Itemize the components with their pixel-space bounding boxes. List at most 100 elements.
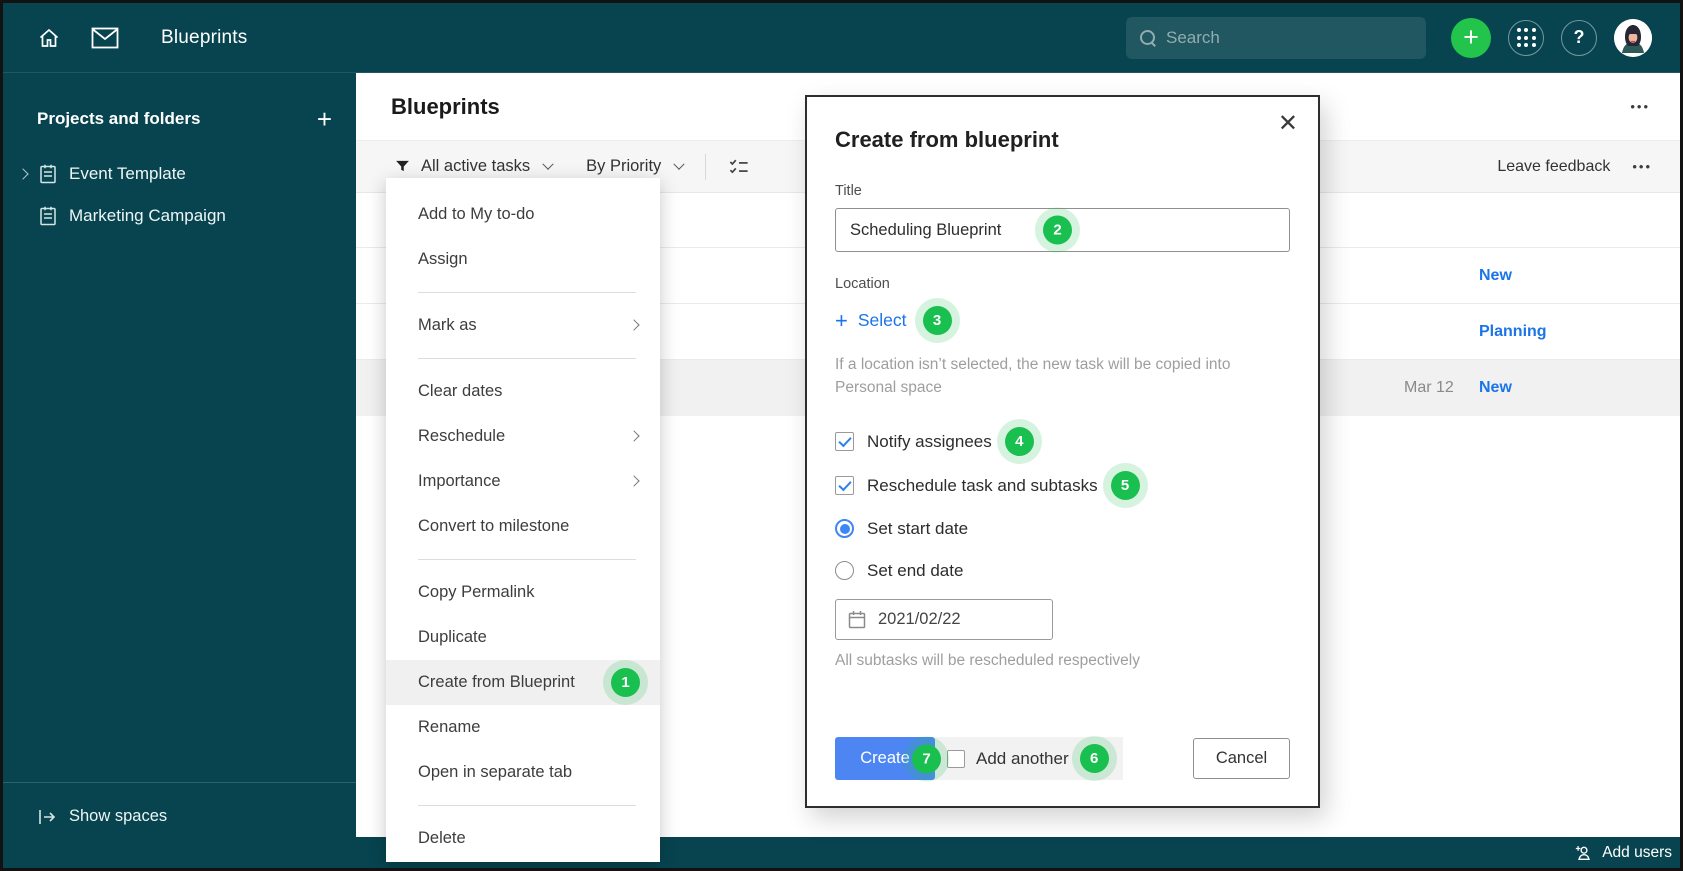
checkbox-checked-icon[interactable] xyxy=(835,476,854,495)
menu-item-add-to-my-todo[interactable]: Add to My to-do xyxy=(386,192,660,237)
menu-item-delete[interactable]: Delete xyxy=(386,816,660,861)
add-another-option[interactable]: Add another 6 xyxy=(935,737,1123,780)
toolbar-more-button[interactable]: ••• xyxy=(1632,159,1652,174)
bottom-bar: Add users xyxy=(3,837,1680,868)
search-box[interactable] xyxy=(1126,16,1426,59)
checkbox-checked-icon[interactable] xyxy=(835,432,854,451)
cancel-button[interactable]: Cancel xyxy=(1193,738,1290,779)
create-from-blueprint-dialog: ✕ Create from blueprint Title 2 Location… xyxy=(805,95,1320,808)
notify-assignees-option[interactable]: Notify assignees 4 xyxy=(835,427,1290,456)
add-another-label: Add another xyxy=(976,748,1069,768)
menu-item-mark-as[interactable]: Mark as xyxy=(386,303,660,348)
dialog-footer: Create 7 Add another 6 Cancel xyxy=(835,737,1290,780)
page-more-button[interactable]: ••• xyxy=(1630,99,1650,114)
radio-selected-icon[interactable] xyxy=(835,519,854,538)
annotation-badge-3: 3 xyxy=(922,306,952,335)
submenu-chevron-icon xyxy=(628,319,640,331)
set-end-date-option[interactable]: Set end date xyxy=(835,557,1290,584)
apps-grid-icon[interactable] xyxy=(1508,19,1544,56)
set-start-date-option[interactable]: Set start date xyxy=(835,515,1290,542)
menu-divider xyxy=(418,358,636,359)
due-date-cell: Mar 12 xyxy=(1404,379,1454,396)
menu-item-copy-permalink[interactable]: Copy Permalink xyxy=(386,570,660,615)
filter-dropdown[interactable]: All active tasks xyxy=(394,157,554,176)
date-input[interactable] xyxy=(878,610,1028,629)
menu-item-rename[interactable]: Rename xyxy=(386,705,660,750)
chevron-down-icon xyxy=(673,158,685,170)
status-link[interactable]: New xyxy=(1479,267,1512,285)
title-field: 2 xyxy=(835,208,1290,252)
group-by-label: By Priority xyxy=(586,157,662,175)
title-field-label: Title xyxy=(835,183,862,199)
option-label: Set end date xyxy=(867,560,964,580)
menu-item-label: Add to My to-do xyxy=(418,205,535,223)
annotation-badge-1: 1 xyxy=(611,668,640,697)
status-link[interactable]: New xyxy=(1479,379,1512,397)
chevron-down-icon xyxy=(542,158,554,170)
user-avatar[interactable] xyxy=(1614,18,1652,57)
menu-item-importance[interactable]: Importance xyxy=(386,459,660,504)
sidebar-item-event-template[interactable]: Event Template xyxy=(3,153,356,195)
date-field[interactable] xyxy=(835,599,1053,640)
question-mark-icon: ? xyxy=(1573,27,1585,47)
home-icon[interactable] xyxy=(37,26,61,50)
help-button[interactable]: ? xyxy=(1561,19,1597,56)
menu-item-duplicate[interactable]: Duplicate xyxy=(386,615,660,660)
menu-item-create-from-blueprint[interactable]: Create from Blueprint 1 xyxy=(386,660,660,705)
fields-checklist-icon[interactable] xyxy=(728,157,750,177)
menu-item-open-in-separate-tab[interactable]: Open in separate tab xyxy=(386,750,660,795)
app-title: Blueprints xyxy=(161,26,248,48)
menu-item-reschedule[interactable]: Reschedule xyxy=(386,414,660,459)
menu-item-clear-dates[interactable]: Clear dates xyxy=(386,369,660,414)
submenu-chevron-icon xyxy=(628,430,640,442)
inbox-envelope-icon[interactable] xyxy=(91,27,119,49)
close-icon[interactable]: ✕ xyxy=(1274,105,1302,142)
folder-blueprint-icon xyxy=(40,164,56,184)
menu-item-label: Copy Permalink xyxy=(418,583,535,601)
sidebar-item-label: Marketing Campaign xyxy=(69,206,226,225)
add-users-label[interactable]: Add users xyxy=(1602,844,1672,862)
menu-item-assign[interactable]: Assign xyxy=(386,237,660,282)
menu-item-convert-to-milestone[interactable]: Convert to milestone xyxy=(386,504,660,549)
status-link[interactable]: Planning xyxy=(1479,323,1547,341)
menu-divider xyxy=(418,292,636,293)
create-new-button[interactable]: + xyxy=(1451,17,1491,58)
sidebar-item-label: Event Template xyxy=(69,164,186,183)
page-title: Blueprints xyxy=(391,93,500,119)
toolbar-right: Leave feedback ••• xyxy=(1497,158,1652,176)
group-by-dropdown[interactable]: By Priority xyxy=(586,157,685,176)
reschedule-helper-text: All subtasks will be rescheduled respect… xyxy=(835,652,1140,669)
folder-blueprint-icon xyxy=(40,206,56,226)
location-select-label: Select xyxy=(857,310,907,330)
location-field-label: Location xyxy=(835,276,890,292)
menu-item-label: Open in separate tab xyxy=(418,763,573,781)
location-select-button[interactable]: + Select 3 xyxy=(835,306,1290,335)
annotation-badge-5: 5 xyxy=(1110,471,1140,500)
expand-chevron-icon[interactable] xyxy=(17,168,29,180)
show-spaces-label: Show spaces xyxy=(69,807,168,825)
plus-icon: + xyxy=(835,307,848,333)
search-icon xyxy=(1140,29,1156,46)
menu-item-label: Importance xyxy=(418,472,501,490)
add-project-button[interactable]: + xyxy=(317,106,332,132)
sidebar-item-marketing-campaign[interactable]: Marketing Campaign xyxy=(3,195,356,237)
reschedule-option[interactable]: Reschedule task and subtasks 5 xyxy=(835,471,1290,500)
sidebar-section-header: Projects and folders + xyxy=(3,73,356,132)
menu-item-label: Assign xyxy=(418,250,468,268)
annotation-badge-4: 4 xyxy=(1004,427,1034,456)
annotation-badge-2: 2 xyxy=(1043,215,1072,245)
search-input[interactable] xyxy=(1166,27,1396,48)
radio-icon[interactable] xyxy=(835,561,854,580)
topbar-left: Blueprints xyxy=(3,26,248,50)
show-spaces-button[interactable]: Show spaces xyxy=(3,782,356,826)
annotation-badge-6: 6 xyxy=(1079,744,1109,773)
menu-item-label: Convert to milestone xyxy=(418,517,570,535)
leave-feedback-link[interactable]: Leave feedback xyxy=(1497,158,1610,176)
add-users-icon xyxy=(1576,845,1591,860)
checkbox-unchecked-icon[interactable] xyxy=(947,749,965,768)
option-label: Notify assignees xyxy=(867,431,992,451)
filter-funnel-icon xyxy=(396,160,409,172)
annotation-badge-7: 7 xyxy=(912,744,941,773)
filter-label: All active tasks xyxy=(421,157,531,175)
show-spaces-icon xyxy=(39,809,56,824)
